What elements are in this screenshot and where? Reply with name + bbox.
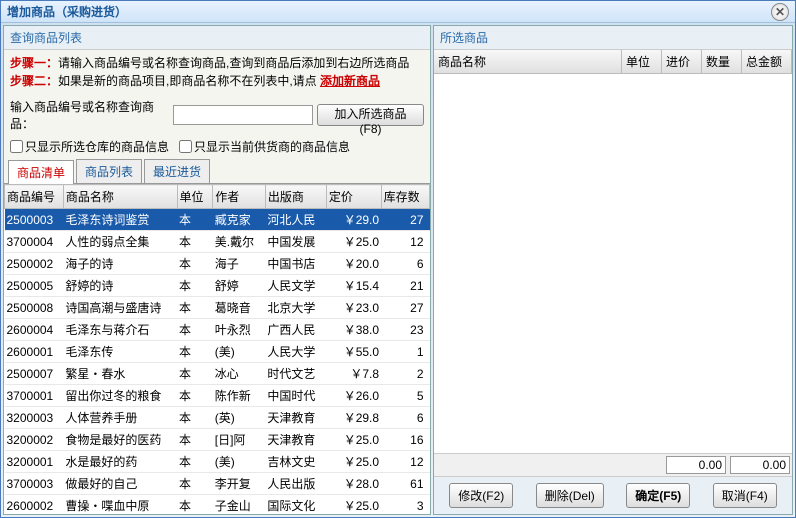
totals-row: 0.00 0.00: [434, 453, 792, 476]
selected-panel-title: 所选商品: [434, 26, 792, 50]
modify-button[interactable]: 修改(F2): [449, 483, 513, 508]
selected-header: 商品名称 单位 进价 数量 总金额: [434, 50, 792, 74]
total-amount: 0.00: [730, 456, 790, 474]
step2-text: 如果是新的商品项目,即商品名称不在列表中,请点: [58, 74, 317, 88]
tab-recent-purchase[interactable]: 最近进货: [144, 159, 210, 183]
total-qty: 0.00: [666, 456, 726, 474]
search-label: 输入商品编号或名称查询商品：: [10, 98, 169, 132]
table-row[interactable]: 2500008诗国高潮与盛唐诗本葛晓音北京大学￥23.027: [5, 297, 430, 319]
delete-button[interactable]: 删除(Del): [536, 483, 604, 508]
col-price: 进价: [662, 50, 702, 73]
table-row[interactable]: 3700001留出你过冬的粮食本陈作新中国时代￥26.05: [5, 385, 430, 407]
query-panel: 查询商品列表 步骤一：请输入商品编号或名称查询商品,查询到商品后添加到右边所选商…: [3, 25, 431, 515]
table-row[interactable]: 2500002海子的诗本海子中国书店￥20.06: [5, 253, 430, 275]
selected-body[interactable]: [434, 74, 792, 453]
col-header[interactable]: 商品名称: [63, 185, 177, 209]
step1-label: 步骤一：: [10, 56, 58, 70]
filter-warehouse[interactable]: 只显示所选仓库的商品信息: [10, 138, 169, 155]
col-qty: 数量: [702, 50, 742, 73]
col-header[interactable]: 出版商: [265, 185, 326, 209]
selected-panel: 所选商品 商品名称 单位 进价 数量 总金额 0.00 0.00 修改(F2) …: [433, 25, 793, 515]
col-header[interactable]: 作者: [213, 185, 266, 209]
col-total: 总金额: [742, 50, 792, 73]
table-row[interactable]: 3200002食物是最好的医药本[日]阿天津教育￥25.016: [5, 429, 430, 451]
search-input[interactable]: [173, 105, 313, 125]
product-table[interactable]: 商品编号商品名称单位作者出版商定价库存数 2500003毛泽东诗词鉴赏本臧克家河…: [4, 184, 430, 514]
table-row[interactable]: 2500005舒婷的诗本舒婷人民文学￥15.421: [5, 275, 430, 297]
col-name: 商品名称: [434, 50, 622, 73]
col-header[interactable]: 库存数: [381, 185, 429, 209]
table-row[interactable]: 3700004人性的弱点全集本美.戴尔中国发展￥25.012: [5, 231, 430, 253]
query-panel-title: 查询商品列表: [4, 26, 430, 50]
filter-supplier[interactable]: 只显示当前供货商的商品信息: [179, 138, 350, 155]
tab-product-list[interactable]: 商品清单: [8, 160, 74, 184]
col-unit: 单位: [622, 50, 662, 73]
table-row[interactable]: 2500007繁星・春水本冰心时代文艺￥7.82: [5, 363, 430, 385]
instructions: 步骤一：请输入商品编号或名称查询商品,查询到商品后添加到右边所选商品 步骤二：如…: [4, 50, 430, 94]
add-selected-button[interactable]: 加入所选商品(F8): [317, 104, 424, 126]
table-row[interactable]: 3200003人体营养手册本(英)天津教育￥29.86: [5, 407, 430, 429]
step2-label: 步骤二：: [10, 74, 58, 88]
ok-button[interactable]: 确定(F5): [626, 483, 690, 508]
table-row[interactable]: 3200001水是最好的药本(美)吉林文史￥25.012: [5, 451, 430, 473]
filter-supplier-checkbox[interactable]: [179, 140, 192, 153]
close-icon[interactable]: ✕: [771, 3, 789, 21]
titlebar: 增加商品（采购进货） ✕: [1, 1, 795, 23]
col-header[interactable]: 单位: [177, 185, 213, 209]
table-row[interactable]: 2500003毛泽东诗词鉴赏本臧克家河北人民￥29.027: [5, 209, 430, 231]
window-title: 增加商品（采购进货）: [7, 3, 127, 20]
table-row[interactable]: 2600004毛泽东与蒋介石本叶永烈广西人民￥38.023: [5, 319, 430, 341]
col-header[interactable]: 定价: [326, 185, 381, 209]
step1-text: 请输入商品编号或名称查询商品,查询到商品后添加到右边所选商品: [58, 56, 409, 70]
col-header[interactable]: 商品编号: [5, 185, 64, 209]
table-row[interactable]: 2600001毛泽东传本(美)人民大学￥55.01: [5, 341, 430, 363]
tab-product-table[interactable]: 商品列表: [76, 159, 142, 183]
tabs: 商品清单 商品列表 最近进货: [4, 157, 430, 184]
table-row[interactable]: 2600002曹操・喋血中原本子金山国际文化￥25.03: [5, 495, 430, 515]
add-new-product-link[interactable]: 添加新商品: [320, 74, 380, 88]
cancel-button[interactable]: 取消(F4): [713, 483, 777, 508]
table-row[interactable]: 3700003做最好的自己本李开复人民出版￥28.061: [5, 473, 430, 495]
filter-warehouse-checkbox[interactable]: [10, 140, 23, 153]
